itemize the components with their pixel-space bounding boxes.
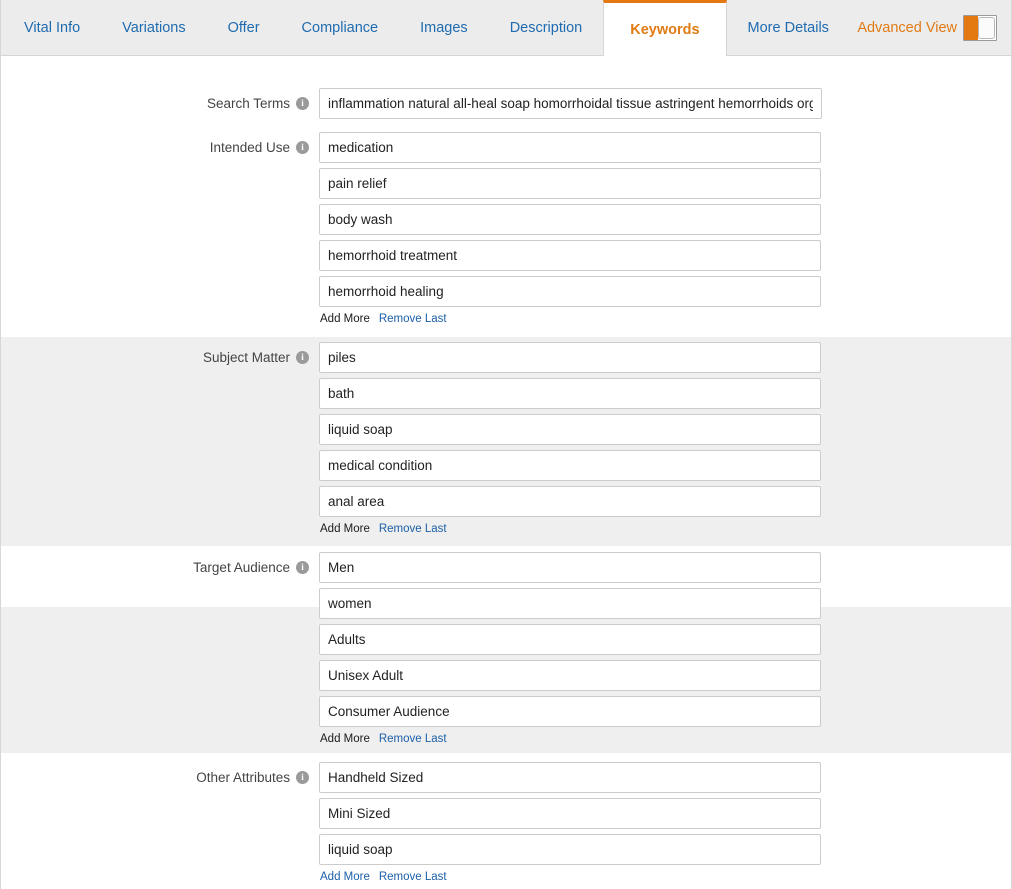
- other-attributes-input-2[interactable]: [319, 798, 821, 829]
- toggle-fill: [964, 16, 978, 40]
- row-actions-other-attributes: Add More Remove Last: [319, 871, 821, 883]
- intended-use-input-1[interactable]: [319, 132, 821, 163]
- tab-bar: Vital InfoVariationsOfferComplianceImage…: [1, 0, 1011, 56]
- label-text: Other Attributes: [196, 770, 290, 785]
- label-target-audience: Target Audience i: [1, 552, 319, 583]
- label-text: Subject Matter: [203, 350, 290, 365]
- advanced-view-toggle[interactable]: [963, 15, 997, 41]
- info-icon[interactable]: i: [296, 141, 309, 154]
- subject-matter-input-5[interactable]: [319, 486, 821, 517]
- intended-use-input-5[interactable]: [319, 276, 821, 307]
- remove-last-link[interactable]: Remove Last: [379, 523, 447, 535]
- intended-use-input-4[interactable]: [319, 240, 821, 271]
- fields-search-terms: [319, 88, 822, 119]
- target-audience-input-5[interactable]: [319, 696, 821, 727]
- remove-last-link[interactable]: Remove Last: [379, 871, 447, 883]
- remove-last-link[interactable]: Remove Last: [379, 733, 447, 745]
- row-gap: [1, 325, 1011, 342]
- fields-other-attributes: Add More Remove Last: [319, 762, 821, 883]
- info-icon[interactable]: i: [296, 351, 309, 364]
- keywords-form: Search Terms i Intended Use i Add More Remove…: [1, 56, 1011, 883]
- add-more-link[interactable]: Add More: [320, 733, 370, 745]
- label-intended-use: Intended Use i: [1, 132, 319, 163]
- search-terms-input-1[interactable]: [319, 88, 822, 119]
- form-row-subject-matter: Subject Matter i Add More Remove Last: [1, 342, 1011, 535]
- row-gap: [1, 745, 1011, 762]
- advanced-view-control[interactable]: Advanced View: [857, 0, 1011, 55]
- add-more-link[interactable]: Add More: [320, 313, 370, 325]
- advanced-view-label[interactable]: Advanced View: [857, 20, 957, 36]
- toggle-knob[interactable]: [978, 17, 995, 39]
- form-row-other-attributes: Other Attributes i Add More Remove Last: [1, 762, 1011, 883]
- tab-bar-spacer: [850, 0, 857, 55]
- target-audience-input-1[interactable]: [319, 552, 821, 583]
- form-row-search-terms: Search Terms i: [1, 88, 1011, 119]
- remove-last-link[interactable]: Remove Last: [379, 313, 447, 325]
- form-row-intended-use: Intended Use i Add More Remove Last: [1, 132, 1011, 325]
- row-actions-target-audience: Add More Remove Last: [319, 733, 821, 745]
- tab-description[interactable]: Description: [489, 0, 604, 55]
- label-text: Search Terms: [207, 96, 290, 111]
- tab-more-details[interactable]: More Details: [727, 0, 850, 55]
- row-gap: [1, 535, 1011, 552]
- label-search-terms: Search Terms i: [1, 88, 319, 119]
- other-attributes-input-1[interactable]: [319, 762, 821, 793]
- info-icon[interactable]: i: [296, 561, 309, 574]
- fields-subject-matter: Add More Remove Last: [319, 342, 821, 535]
- subject-matter-input-1[interactable]: [319, 342, 821, 373]
- tab-offer[interactable]: Offer: [207, 0, 281, 55]
- subject-matter-input-3[interactable]: [319, 414, 821, 445]
- target-audience-input-2[interactable]: [319, 588, 821, 619]
- other-attributes-input-3[interactable]: [319, 834, 821, 865]
- label-text: Intended Use: [210, 140, 290, 155]
- row-actions-intended-use: Add More Remove Last: [319, 313, 821, 325]
- intended-use-input-3[interactable]: [319, 204, 821, 235]
- form-row-target-audience: Target Audience i Add More Remove Last: [1, 552, 1011, 745]
- tab-keywords[interactable]: Keywords: [603, 0, 726, 57]
- add-more-link[interactable]: Add More: [320, 871, 370, 883]
- fields-intended-use: Add More Remove Last: [319, 132, 821, 325]
- row-actions-subject-matter: Add More Remove Last: [319, 523, 821, 535]
- info-icon[interactable]: i: [296, 97, 309, 110]
- keywords-page: Vital InfoVariationsOfferComplianceImage…: [0, 0, 1012, 889]
- intended-use-input-2[interactable]: [319, 168, 821, 199]
- row-gap: [1, 119, 1011, 132]
- label-text: Target Audience: [193, 560, 290, 575]
- subject-matter-input-4[interactable]: [319, 450, 821, 481]
- fields-target-audience: Add More Remove Last: [319, 552, 821, 745]
- target-audience-input-3[interactable]: [319, 624, 821, 655]
- tab-vital-info[interactable]: Vital Info: [3, 0, 101, 55]
- target-audience-input-4[interactable]: [319, 660, 821, 691]
- tab-compliance[interactable]: Compliance: [281, 0, 400, 55]
- info-icon[interactable]: i: [296, 771, 309, 784]
- subject-matter-input-2[interactable]: [319, 378, 821, 409]
- label-subject-matter: Subject Matter i: [1, 342, 319, 373]
- tab-variations[interactable]: Variations: [101, 0, 206, 55]
- add-more-link[interactable]: Add More: [320, 523, 370, 535]
- tab-images[interactable]: Images: [399, 0, 489, 55]
- label-other-attributes: Other Attributes i: [1, 762, 319, 793]
